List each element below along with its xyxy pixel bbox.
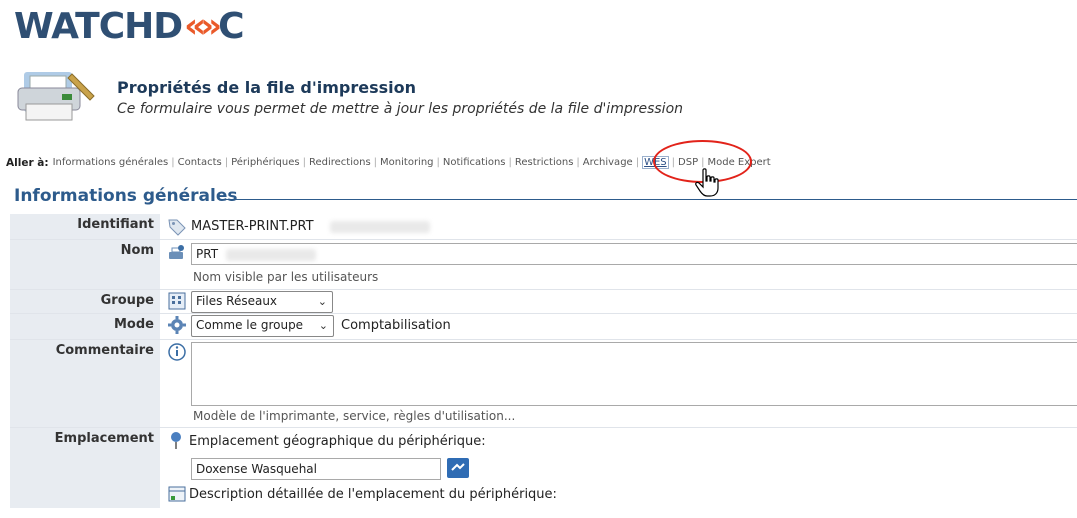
geo-location-input[interactable]: Doxense Wasquehal [191, 458, 441, 480]
goto-link-general[interactable]: Informations générales [53, 157, 169, 168]
goto-link-redirections[interactable]: Redirections [309, 157, 371, 168]
properties-form: Identifiant MASTER-PRINT.PRT Nom PRT Nom… [10, 214, 1077, 508]
map-pin-icon [171, 432, 181, 449]
page-title: Propriétés de la file d'impression [117, 78, 416, 97]
goto-link-archivage[interactable]: Archivage [583, 157, 633, 168]
row-mode: Mode Comme le groupe ⌄ Comptabilisation [10, 314, 1077, 340]
tag-icon [168, 219, 186, 236]
nom-input[interactable]: PRT [191, 243, 1077, 265]
group-icon [168, 292, 186, 310]
label-mode: Mode [10, 314, 160, 339]
label-groupe: Groupe [10, 290, 160, 313]
goto-link-notifications[interactable]: Notifications [443, 157, 506, 168]
page-subtitle: Ce formulaire vous permet de mettre à jo… [117, 101, 684, 117]
geo-label: Emplacement géographique du périphérique… [189, 434, 486, 449]
goto-link-restrictions[interactable]: Restrictions [515, 157, 574, 168]
label-commentaire: Commentaire [10, 340, 160, 427]
printer-icon [17, 72, 95, 121]
section-divider [225, 199, 1077, 200]
row-identifiant: Identifiant MASTER-PRINT.PRT [10, 214, 1077, 240]
groupe-select[interactable]: Files Réseaux ⌄ [191, 291, 333, 313]
commentaire-hint: Modèle de l'imprimante, service, règles … [193, 409, 516, 423]
goto-link-monitoring[interactable]: Monitoring [380, 157, 433, 168]
logo-chevrons: «» [184, 6, 222, 46]
mode-select[interactable]: Comme le groupe ⌄ [191, 315, 334, 337]
printer-user-icon [169, 245, 184, 259]
gear-icon [168, 316, 186, 334]
hand-cursor-icon [695, 168, 719, 197]
goto-link-mode-expert[interactable]: Mode Expert [707, 157, 770, 168]
identifiant-value: MASTER-PRINT.PRT [191, 219, 314, 234]
row-emplacement: Emplacement Emplacement géographique du … [10, 428, 1077, 508]
label-emplacement: Emplacement [10, 428, 160, 508]
row-groupe: Groupe Files Réseaux ⌄ [10, 290, 1077, 314]
goto-link-contacts[interactable]: Contacts [178, 157, 222, 168]
description-icon [168, 486, 186, 502]
goto-link-peripheriques[interactable]: Périphériques [231, 157, 300, 168]
redacted-text [226, 249, 316, 261]
mode-extra-text: Comptabilisation [341, 318, 451, 333]
label-identifiant: Identifiant [10, 214, 160, 239]
watchdoc-logo: WATCHD «» C [14, 5, 245, 47]
row-nom: Nom PRT Nom visible par les utilisateurs [10, 240, 1077, 290]
info-icon [168, 343, 186, 361]
row-commentaire: Commentaire Modèle de l'imprimante, serv… [10, 340, 1077, 428]
label-nom: Nom [10, 240, 160, 289]
pick-location-icon[interactable] [447, 458, 469, 478]
redacted-text [330, 221, 430, 233]
goto-link-wes[interactable]: WES [642, 156, 669, 169]
nom-hint: Nom visible par les utilisateurs [193, 270, 379, 284]
commentaire-textarea[interactable] [191, 342, 1077, 406]
goto-nav: Aller à: Informations générales | Contact… [6, 156, 771, 169]
desc-label: Description détaillée de l'emplacement d… [189, 487, 557, 502]
section-title: Informations générales [14, 186, 244, 206]
goto-link-dsp[interactable]: DSP [678, 157, 698, 168]
chevron-down-icon: ⌄ [318, 319, 328, 332]
goto-label: Aller à: [6, 156, 49, 169]
chevron-down-icon: ⌄ [317, 295, 327, 308]
